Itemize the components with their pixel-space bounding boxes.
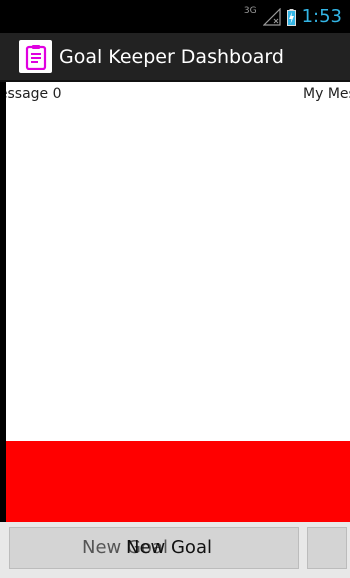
network-type: 3G <box>243 6 257 16</box>
button-bar: New Goal New Goal <box>0 522 350 578</box>
clipboard-icon <box>25 44 46 70</box>
app-icon[interactable] <box>19 40 52 73</box>
signal-icon <box>262 8 281 26</box>
app-title: Goal Keeper Dashboard <box>59 45 284 68</box>
red-panel <box>6 441 350 522</box>
secondary-button[interactable] <box>307 527 347 569</box>
goal-list[interactable]: My Message 0 My Message <box>6 82 350 522</box>
action-bar: Goal Keeper Dashboard <box>0 33 350 82</box>
new-goal-label: New Goal <box>126 537 212 558</box>
list-item[interactable]: My Message <box>303 86 350 102</box>
status-bar: 3G 1:53 <box>0 0 350 33</box>
battery-charging-icon <box>286 8 296 26</box>
status-clock: 1:53 <box>301 6 342 27</box>
list-item[interactable]: My Message 0 <box>6 86 62 102</box>
